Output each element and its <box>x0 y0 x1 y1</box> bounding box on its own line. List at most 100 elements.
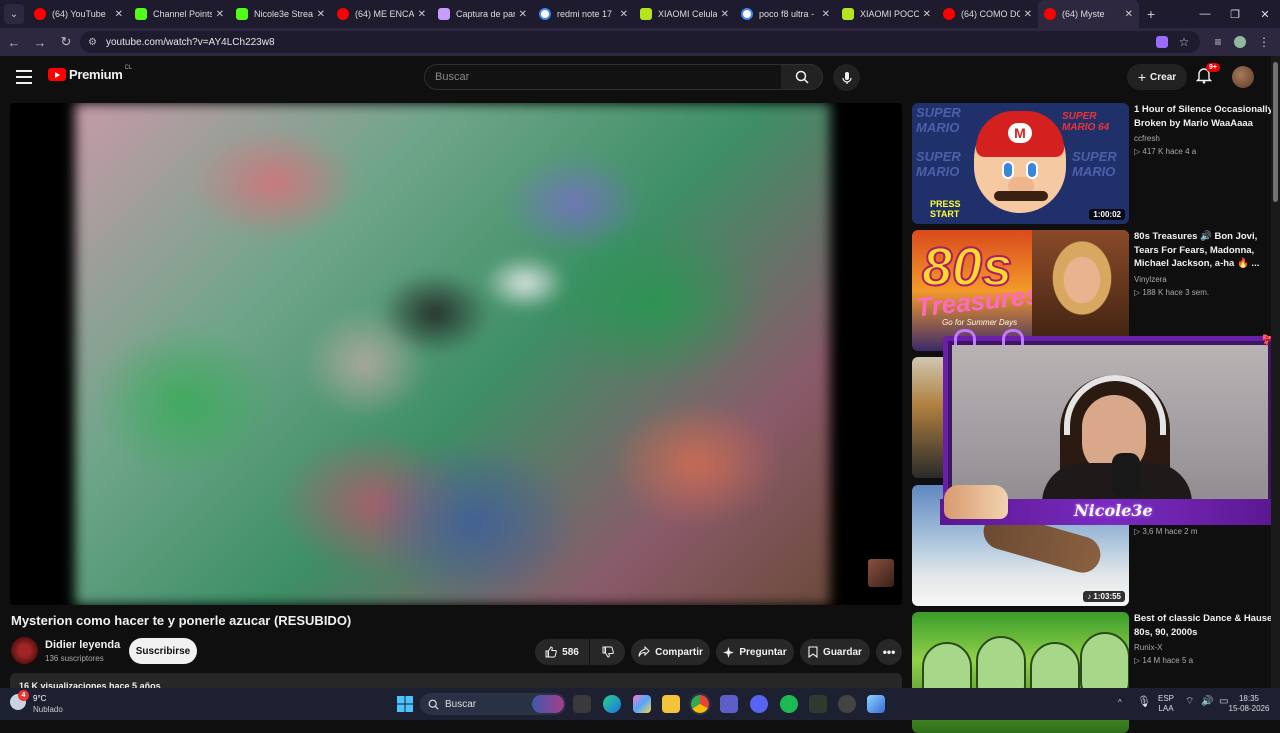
video-thumbnail[interactable]: SUPER MARIO SUPER MARIO SUPER MARIO M PRESS… <box>912 103 1129 224</box>
spotify-icon[interactable] <box>780 695 798 713</box>
share-label: Compartir <box>655 646 703 658</box>
channel-watermark[interactable] <box>868 559 894 587</box>
video-title-link[interactable]: 1 Hour of Silence Occasionally Broken by… <box>1134 103 1274 130</box>
close-tab-icon[interactable]: ✕ <box>519 9 527 20</box>
close-tab-icon[interactable]: ✕ <box>317 9 325 20</box>
browser-tab[interactable]: XIAOMI POCO ✕ <box>836 0 937 28</box>
scrollbar-thumb[interactable] <box>1273 62 1278 202</box>
file-explorer-icon[interactable] <box>662 695 680 713</box>
clock[interactable]: 18:35 15-08-2026 <box>1224 694 1274 714</box>
site-info-icon[interactable]: ⚙ <box>88 37 102 48</box>
forward-icon[interactable]: → <box>28 30 52 54</box>
close-tab-icon[interactable]: ✕ <box>822 9 830 20</box>
video-duration: 1:00:02 <box>1089 209 1125 220</box>
windows-start-icon[interactable] <box>396 695 414 713</box>
close-tab-icon[interactable]: ✕ <box>1024 9 1032 20</box>
extension-icon[interactable] <box>1152 32 1172 52</box>
channel-name[interactable]: Didier leyenda <box>45 639 120 651</box>
youtube-logo[interactable]: Premium CL <box>48 65 132 82</box>
menu-icon[interactable] <box>14 68 34 86</box>
subscriber-count: 136 suscriptores <box>45 654 104 663</box>
youtube-play-icon <box>48 68 66 81</box>
close-tab-icon[interactable]: ✕ <box>418 9 426 20</box>
taskbar-search[interactable]: Buscar <box>420 693 566 715</box>
youtube-icon <box>943 8 955 20</box>
reading-list-icon[interactable]: ≡ <box>1208 32 1228 52</box>
app-shield-icon[interactable] <box>867 695 885 713</box>
close-tab-icon[interactable]: ✕ <box>620 9 628 20</box>
restore-icon[interactable]: ❐ <box>1220 0 1250 28</box>
browser-tab[interactable]: (64) YouTube ✕ <box>28 0 129 28</box>
wifi-icon[interactable]: ⌔ <box>1185 697 1194 707</box>
close-tab-icon[interactable]: ✕ <box>923 9 931 20</box>
edge-icon[interactable] <box>603 695 621 713</box>
task-view-icon[interactable] <box>573 695 591 713</box>
create-button[interactable]: + Crear <box>1127 64 1187 90</box>
like-button[interactable]: 586 <box>535 639 589 665</box>
volume-icon[interactable]: 🔊 <box>1201 697 1213 707</box>
channel-avatar[interactable] <box>11 637 38 664</box>
video-duration: ♪ 1:03:55 <box>1083 591 1125 602</box>
minimize-icon[interactable]: — <box>1190 0 1220 28</box>
bookmark-star-icon[interactable]: ☆ <box>1174 32 1194 52</box>
close-tab-icon[interactable]: ✕ <box>216 9 224 20</box>
url-field[interactable]: ⚙ youtube.com/watch?v=AY4LCh223w8 <box>80 31 1200 53</box>
show-hidden-icons[interactable]: ^ <box>1118 698 1122 708</box>
terminal-icon[interactable] <box>809 695 827 713</box>
new-tab-button[interactable]: + <box>1139 2 1163 26</box>
close-tab-icon[interactable]: ✕ <box>1125 9 1133 20</box>
account-avatar[interactable] <box>1232 66 1254 88</box>
browser-tab[interactable]: (64) COMO DO ✕ <box>937 0 1038 28</box>
more-actions-button[interactable]: ••• <box>876 639 902 665</box>
app-icon[interactable] <box>838 695 856 713</box>
microphone-icon <box>841 71 852 84</box>
chrome-icon[interactable] <box>689 693 711 715</box>
discord-icon[interactable] <box>750 695 768 713</box>
video-frame[interactable] <box>75 103 830 605</box>
share-button[interactable]: Compartir <box>631 639 710 665</box>
notifications-button[interactable]: 9+ <box>1195 63 1220 88</box>
streamer-name: Nicole3e <box>1074 501 1153 520</box>
bookmark-icon <box>808 646 818 658</box>
close-window-icon[interactable]: ✕ <box>1250 0 1280 28</box>
microphone-tray-icon[interactable]: 🎙 <box>1137 697 1151 708</box>
video-channel[interactable]: Runix-X <box>1134 643 1274 652</box>
ask-button[interactable]: Preguntar <box>716 639 794 665</box>
tab-search-dropdown[interactable]: ⌄ <box>4 4 24 24</box>
video-title-link[interactable]: Best of classic Dance & Hause 80s, 90, 2… <box>1134 612 1274 639</box>
profile-icon[interactable] <box>1230 32 1250 52</box>
browser-tab[interactable]: XIAOMI Celular ✕ <box>634 0 735 28</box>
thumbs-down-icon <box>602 646 614 658</box>
browser-tab[interactable]: redmi note 17 ✕ <box>533 0 634 28</box>
video-channel[interactable]: ccfresh <box>1134 134 1274 143</box>
close-tab-icon[interactable]: ✕ <box>115 9 123 20</box>
save-button[interactable]: Guardar <box>800 639 870 665</box>
url-text: youtube.com/watch?v=AY4LCh223w8 <box>106 36 275 48</box>
browser-tab[interactable]: (64) Myste ✕ <box>1038 0 1139 28</box>
stream-overlay-window[interactable]: 🎀 Nicole3e <box>940 329 1280 525</box>
voice-search-button[interactable] <box>833 64 860 91</box>
back-icon[interactable]: ← <box>2 30 26 54</box>
reload-icon[interactable]: ↻ <box>54 30 78 54</box>
copilot-icon[interactable] <box>633 695 651 713</box>
close-tab-icon[interactable]: ✕ <box>721 9 729 20</box>
search-input[interactable]: Buscar <box>424 64 782 90</box>
teams-icon[interactable] <box>720 695 738 713</box>
video-channel[interactable]: Vinylzera <box>1134 275 1274 284</box>
subscribe-button[interactable]: Suscribirse <box>129 638 197 664</box>
browser-tab[interactable]: poco f8 ultra - ✕ <box>735 0 836 28</box>
browser-menu-icon[interactable]: ⋮ <box>1254 32 1274 52</box>
video-title-link[interactable]: 80s Treasures 🔊 Bon Jovi, Tears For Fear… <box>1134 230 1274 271</box>
dislike-button[interactable] <box>590 639 625 665</box>
weather-widget[interactable]: 4 9°C Nublado <box>10 690 90 716</box>
language-indicator[interactable]: ESP LAA <box>1158 694 1174 714</box>
browser-tab[interactable]: (64) ME ENCANTA ✕ <box>331 0 432 28</box>
browser-tab[interactable]: Nicole3e Stream ✕ <box>230 0 331 28</box>
video-player[interactable] <box>10 103 902 605</box>
browser-tab[interactable]: Channel Points ✕ <box>129 0 230 28</box>
search-icon <box>795 70 809 84</box>
browser-tab[interactable]: Captura de pantalla ✕ <box>432 0 533 28</box>
kick-icon <box>135 8 147 20</box>
weather-badge: 4 <box>18 690 29 701</box>
search-button[interactable] <box>781 64 823 90</box>
